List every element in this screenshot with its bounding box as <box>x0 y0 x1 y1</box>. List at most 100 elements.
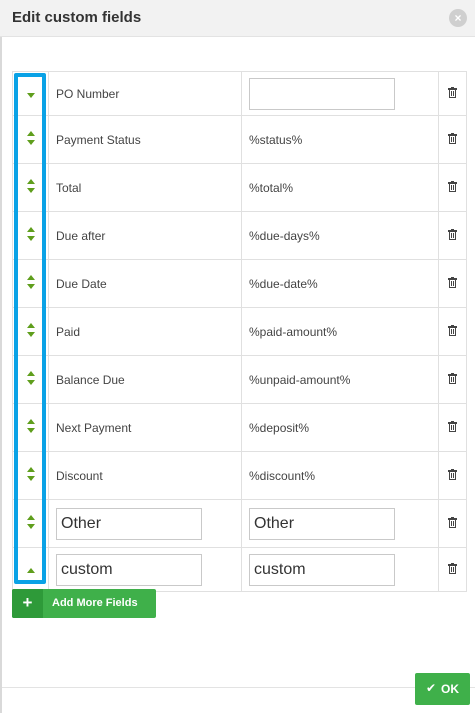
field-value-label: %due-days% <box>249 228 320 243</box>
trash-icon[interactable] <box>448 132 457 144</box>
delete-cell <box>438 499 467 548</box>
arrow-down-icon <box>26 188 35 193</box>
field-name-cell: PO Number <box>48 71 242 116</box>
delete-cell <box>438 211 467 260</box>
trash-icon[interactable] <box>448 86 457 98</box>
delete-cell <box>438 547 467 592</box>
field-name-input[interactable] <box>56 507 202 540</box>
arrow-up-icon <box>26 131 35 136</box>
field-value-cell: %total% <box>241 163 439 212</box>
sort-arrows-icon[interactable] <box>26 275 36 289</box>
field-value-cell: %unpaid-amount% <box>241 355 439 404</box>
dialog-left-border <box>0 0 2 713</box>
delete-cell <box>438 355 467 404</box>
sort-arrows-icon[interactable] <box>26 131 36 145</box>
custom-field-row: Payment Status %status% <box>12 115 467 164</box>
sort-arrows-icon[interactable] <box>26 323 36 337</box>
drag-handle-cell[interactable] <box>12 115 49 164</box>
ok-button[interactable]: ✔ OK <box>415 673 470 705</box>
drag-handle-cell[interactable] <box>12 355 49 404</box>
custom-field-row: Total %total% <box>12 163 467 212</box>
arrow-up-icon <box>26 179 35 184</box>
trash-icon[interactable] <box>448 228 457 240</box>
field-value-cell: %due-date% <box>241 259 439 308</box>
arrow-up-icon <box>26 371 35 376</box>
field-name-cell: Due Date <box>48 259 242 308</box>
field-value-label: %total% <box>249 180 294 195</box>
field-name-label: Due Date <box>56 276 107 291</box>
add-more-fields-label: Add More Fields <box>52 597 138 609</box>
field-name-cell: Next Payment <box>48 403 242 452</box>
sort-arrows-icon[interactable] <box>26 371 36 385</box>
field-value-cell: %discount% <box>241 451 439 500</box>
trash-icon[interactable] <box>448 468 457 480</box>
field-value-cell: %deposit% <box>241 403 439 452</box>
dialog-footer <box>2 687 475 713</box>
arrow-up-icon <box>26 227 35 232</box>
ok-label: OK <box>441 682 459 696</box>
sort-arrows-icon[interactable] <box>26 515 36 529</box>
arrow-up-icon <box>26 567 35 573</box>
arrow-down-icon <box>26 524 35 529</box>
delete-cell <box>438 163 467 212</box>
delete-cell <box>438 403 467 452</box>
sort-arrows-icon[interactable] <box>26 227 36 241</box>
field-value-input[interactable] <box>249 507 395 540</box>
field-value-cell: %status% <box>241 115 439 164</box>
sort-arrows-icon[interactable] <box>26 92 36 98</box>
trash-icon[interactable] <box>448 180 457 192</box>
drag-handle-cell[interactable] <box>12 163 49 212</box>
drag-handle-cell[interactable] <box>12 71 49 116</box>
drag-handle-cell[interactable] <box>12 547 49 592</box>
arrow-down-icon <box>26 140 35 145</box>
arrow-up-icon <box>26 467 35 472</box>
custom-field-row: Discount %discount% <box>12 451 467 500</box>
trash-icon[interactable] <box>448 420 457 432</box>
close-icon[interactable]: × <box>449 9 467 27</box>
custom-fields-table-wrapper: PO Number Payment Status %status% Total %tot… <box>12 71 467 592</box>
drag-handle-cell[interactable] <box>12 451 49 500</box>
custom-field-row: Next Payment %deposit% <box>12 403 467 452</box>
field-name-label: Discount <box>56 468 103 483</box>
arrow-down-icon <box>26 428 35 433</box>
field-value-input[interactable] <box>249 553 395 586</box>
arrow-up-icon <box>26 323 35 328</box>
sort-arrows-icon[interactable] <box>26 179 36 193</box>
edit-custom-fields-dialog: Edit custom fields × PO Number Payment St… <box>0 0 475 713</box>
delete-cell <box>438 259 467 308</box>
field-value-input[interactable] <box>249 77 395 110</box>
field-name-label: Paid <box>56 324 81 339</box>
sort-arrows-icon[interactable] <box>26 567 36 574</box>
add-more-fields-button[interactable]: + Add More Fields <box>12 589 156 618</box>
delete-cell <box>438 71 467 116</box>
field-name-cell: Total <box>48 163 242 212</box>
field-name-cell <box>48 547 242 592</box>
sort-arrows-icon[interactable] <box>26 419 36 433</box>
drag-handle-cell[interactable] <box>12 499 49 548</box>
trash-icon[interactable] <box>448 516 457 528</box>
field-name-label: Due after <box>56 228 106 243</box>
drag-handle-cell[interactable] <box>12 307 49 356</box>
trash-icon[interactable] <box>448 276 457 288</box>
drag-handle-cell[interactable] <box>12 211 49 260</box>
field-value-label: %discount% <box>249 468 316 483</box>
field-name-label: Next Payment <box>56 420 132 435</box>
field-name-label: Payment Status <box>56 132 141 147</box>
field-name-input[interactable] <box>56 553 202 586</box>
drag-handle-cell[interactable] <box>12 403 49 452</box>
drag-handle-cell[interactable] <box>12 259 49 308</box>
field-value-cell: %paid-amount% <box>241 307 439 356</box>
field-value-cell <box>241 499 439 548</box>
field-value-label: %status% <box>249 132 303 147</box>
sort-arrows-icon[interactable] <box>26 467 36 481</box>
field-value-label: %due-date% <box>249 276 318 291</box>
field-name-label: PO Number <box>56 86 120 101</box>
trash-icon[interactable] <box>448 562 457 574</box>
trash-icon[interactable] <box>448 372 457 384</box>
custom-field-row: Due Date %due-date% <box>12 259 467 308</box>
field-name-label: Balance Due <box>56 372 125 387</box>
trash-icon[interactable] <box>448 324 457 336</box>
field-name-label: Total <box>56 180 82 195</box>
field-value-label: %paid-amount% <box>249 324 338 339</box>
custom-field-row: PO Number <box>12 71 467 116</box>
